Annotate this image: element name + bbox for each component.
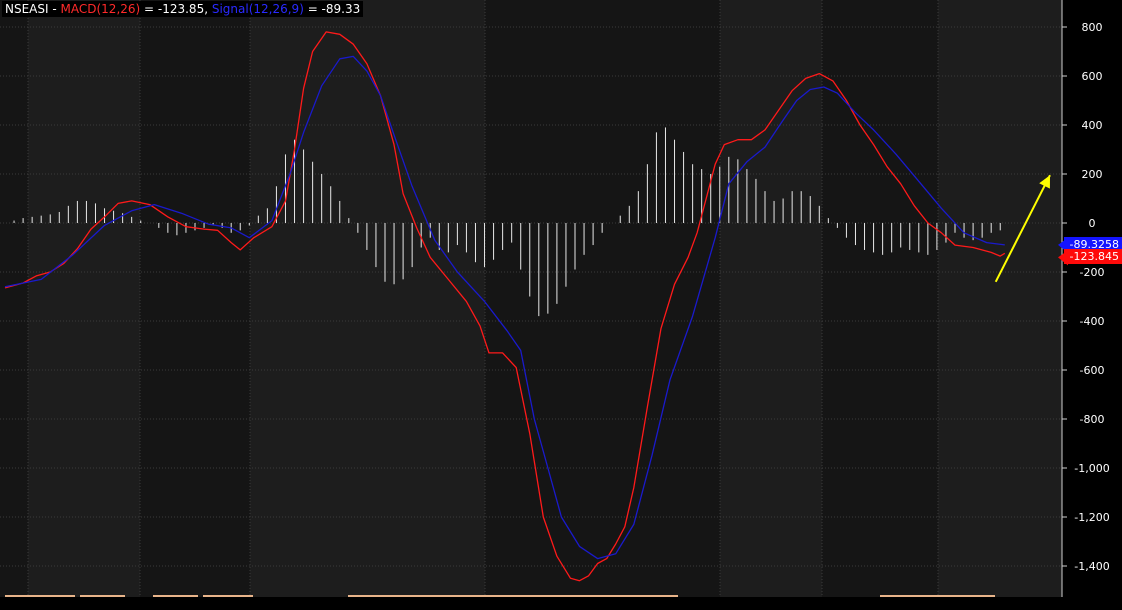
y-tick-label: -1,400: [1074, 560, 1109, 573]
header-separator: -: [48, 2, 61, 16]
bottom-strip-segment: [203, 595, 253, 597]
period-band: [720, 0, 822, 597]
bottom-strip-segment: [153, 595, 198, 597]
chart-header: NSEASI - MACD(12,26) = -123.85, Signal(1…: [2, 1, 364, 17]
macd-price-tag: -123.845: [1063, 249, 1122, 265]
y-tick-label: -600: [1080, 364, 1105, 377]
chart-window: 800 600 400 200 0 -200 -400 -600 -800 -1,000 -1,20…: [0, 0, 1122, 610]
period-band: [140, 0, 250, 597]
period-band: [938, 0, 1062, 597]
bottom-strip-segment: [5, 595, 75, 597]
period-band: [0, 0, 28, 597]
bottom-strip-segment: [80, 595, 125, 597]
period-band: [250, 0, 485, 597]
period-band: [28, 0, 140, 597]
bottom-strip-segment: [348, 595, 678, 597]
y-tick-label: 600: [1082, 70, 1103, 83]
y-tick-label: -400: [1080, 315, 1105, 328]
y-tick-label: -800: [1080, 413, 1105, 426]
y-tick-label: -1,000: [1074, 462, 1109, 475]
y-tick-label: 200: [1082, 168, 1103, 181]
macd-value: = -123.85,: [140, 2, 212, 16]
symbol-label: NSEASI: [5, 2, 49, 16]
y-tick-label: 0: [1089, 217, 1096, 230]
y-tick-label: -200: [1080, 266, 1105, 279]
y-tick-label: 800: [1082, 21, 1103, 34]
signal-value: = -89.33: [303, 2, 361, 16]
bottom-strip-segment: [880, 595, 995, 597]
macd-chart[interactable]: 800 600 400 200 0 -200 -400 -600 -800 -1,000 -1,20…: [0, 0, 1122, 610]
period-band: [485, 0, 720, 597]
y-tick-label: -1,200: [1074, 511, 1109, 524]
signal-label: Signal(12,26,9): [211, 2, 304, 16]
y-tick-label: 400: [1082, 119, 1103, 132]
macd-label: MACD(12,26): [60, 2, 141, 16]
